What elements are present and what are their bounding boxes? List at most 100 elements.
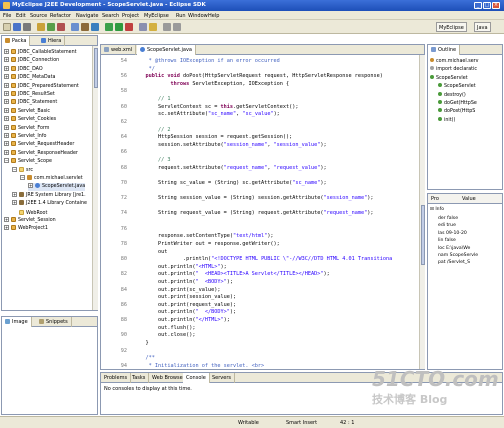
expand-toggle-icon[interactable]: − <box>12 166 17 172</box>
outline-item[interactable]: doPost(HttpS <box>438 108 475 116</box>
property-row[interactable]: nam ScopeServle <box>438 252 478 259</box>
menu-run[interactable]: Run <box>176 13 186 19</box>
outline-item[interactable]: init() <box>438 116 455 125</box>
tree-item[interactable]: + JDBC_Statement <box>4 99 57 107</box>
expand-toggle-icon[interactable]: + <box>4 116 9 122</box>
tree-item[interactable]: + ScopeServlet.java <box>28 183 86 192</box>
outline-item[interactable]: com.michael.serv <box>430 58 478 66</box>
expand-toggle-icon[interactable]: + <box>4 65 9 71</box>
open-resource-icon[interactable] <box>149 23 157 31</box>
tab-web-xml[interactable]: web.xml <box>101 45 137 55</box>
external-tools-icon[interactable] <box>125 23 133 31</box>
expand-toggle-icon[interactable]: + <box>4 141 9 147</box>
tree-item[interactable]: + Servlet_Basic <box>4 107 50 116</box>
tree-item[interactable]: + JDBC_PreparedStatement <box>4 82 79 91</box>
expand-toggle-icon[interactable]: + <box>4 91 9 96</box>
tab-image[interactable]: Image <box>2 317 32 327</box>
code-line[interactable]: out.close(); <box>133 332 195 339</box>
expand-toggle-icon[interactable]: + <box>4 225 9 231</box>
tree-item[interactable]: − src <box>12 166 33 175</box>
code-line[interactable]: session.setAttribute("session_name", "se… <box>133 142 327 149</box>
code-line[interactable]: response.setContentType("text/html"); <box>133 233 274 240</box>
code-line[interactable]: out.println(" <BODY>"); <box>133 279 233 286</box>
save-icon[interactable] <box>13 23 21 31</box>
menu-file[interactable]: File <box>3 13 11 19</box>
outline-item[interactable]: destroy() <box>438 91 466 100</box>
menu-source[interactable]: Source <box>30 13 47 19</box>
expand-toggle-icon[interactable]: + <box>4 99 9 105</box>
code-line[interactable]: out.println(" </BODY>"); <box>133 309 236 316</box>
tab-problems[interactable]: Problems <box>101 373 132 383</box>
editor-scrollbar[interactable] <box>419 55 425 369</box>
tree-item[interactable]: + Servlet_Session <box>4 217 56 225</box>
tree-item[interactable]: + Servlet_Cookies <box>4 116 56 124</box>
code-line[interactable]: out.flush(); <box>133 325 195 332</box>
scrollbar-thumb[interactable] <box>421 205 425 265</box>
expand-toggle-icon[interactable]: + <box>4 124 9 130</box>
expand-toggle-icon[interactable]: − <box>4 158 9 164</box>
code-line[interactable]: /** <box>133 355 154 362</box>
property-row[interactable]: der false <box>438 215 458 222</box>
open-type-icon[interactable] <box>37 23 45 31</box>
code-line[interactable]: out.println("</HTML>"); <box>133 317 230 324</box>
tree-scrollbar[interactable] <box>92 46 98 310</box>
tab-snippets[interactable]: Snippets <box>36 317 72 327</box>
menu-edit[interactable]: Edit <box>16 13 26 19</box>
run-icon[interactable] <box>115 23 123 31</box>
scrollbar-thumb[interactable] <box>94 48 98 88</box>
code-line[interactable]: request.setAttribute("request_name", "re… <box>133 165 327 172</box>
tree-item[interactable]: + JDBC_Connection <box>4 57 59 65</box>
expand-toggle-icon[interactable]: + <box>12 200 17 206</box>
tree-item[interactable]: + Servlet_Form <box>4 124 49 133</box>
tab-tasks[interactable]: Tasks <box>129 373 150 383</box>
menu-project[interactable]: Project <box>122 13 139 19</box>
expand-toggle-icon[interactable]: + <box>4 49 9 54</box>
tree-item[interactable]: + JDBC_CallableStatement <box>4 49 77 57</box>
code-line[interactable]: out <box>133 249 167 256</box>
expand-toggle-icon[interactable]: + <box>12 191 17 197</box>
property-row[interactable]: loc E:\java\We <box>438 245 470 252</box>
code-line[interactable]: String request_value = (String) request.… <box>133 210 374 217</box>
new-class-icon[interactable] <box>91 23 99 31</box>
menu-myeclipse[interactable]: MyEclipse <box>144 13 169 19</box>
menu-window[interactable]: Window <box>188 13 208 19</box>
new-package-icon[interactable] <box>81 23 89 31</box>
code-line[interactable]: out.println("<HTML>"); <box>133 264 227 271</box>
perspective-java[interactable]: Java <box>474 22 491 32</box>
code-line[interactable]: out.print(session_value); <box>133 294 236 301</box>
property-row[interactable]: lin false <box>438 237 456 244</box>
property-row[interactable]: pat /Servlet_S <box>438 259 470 266</box>
back-icon[interactable] <box>163 23 171 31</box>
code-line[interactable]: sc.setAttribute("sc_name", "sc_value"); <box>133 111 280 118</box>
menu-help[interactable]: Help <box>208 13 219 19</box>
tab-hierarchy[interactable]: Hiera <box>38 36 66 46</box>
code-line[interactable]: ServletContext sc = this.getServletConte… <box>133 104 299 111</box>
tree-item[interactable]: + Servlet_ResponseHeader <box>4 149 78 158</box>
menu-search[interactable]: Search <box>102 13 119 19</box>
code-line[interactable]: public void doPost(HttpServletRequest re… <box>133 73 382 80</box>
code-line[interactable]: throws ServletException, IOException { <box>133 81 289 88</box>
code-line[interactable]: */ <box>133 66 155 73</box>
code-line[interactable]: * @throws IOException if an error occurr… <box>133 58 280 65</box>
tree-item[interactable]: + JRE System Library [jre1. <box>12 191 86 200</box>
close-button[interactable]: × <box>492 2 500 9</box>
code-line[interactable]: String session_value = (String) session.… <box>133 195 374 202</box>
code-area[interactable]: 54 * @throws IOException if an error occ… <box>101 56 417 369</box>
outline-item[interactable]: ScopeServlet <box>438 83 476 91</box>
print-icon[interactable] <box>23 23 31 31</box>
code-line[interactable]: out.print(sc_value); <box>133 287 220 294</box>
expand-toggle-icon[interactable]: + <box>4 74 9 80</box>
expand-toggle-icon[interactable]: − <box>20 175 25 180</box>
tab-servers[interactable]: Servers <box>209 373 236 383</box>
tab-outline[interactable]: Outline <box>428 45 461 55</box>
menu-refactor[interactable]: Refactor <box>50 13 71 19</box>
code-line[interactable]: * Initialization of the servlet. <br> <box>133 363 265 369</box>
property-group[interactable]: ⊟ Info <box>430 206 444 213</box>
tree-item[interactable]: + Servlet_RequestHeader <box>4 141 74 149</box>
expand-toggle-icon[interactable]: + <box>4 82 9 88</box>
code-line[interactable]: // 3 <box>133 157 171 164</box>
tree-item[interactable]: + JDBC_ResultSet <box>4 91 55 99</box>
tree-item[interactable]: + Servlet_Info <box>4 133 46 141</box>
outline-item[interactable]: doGet(HttpSe <box>438 100 477 108</box>
code-line[interactable]: // 1 <box>133 96 171 103</box>
